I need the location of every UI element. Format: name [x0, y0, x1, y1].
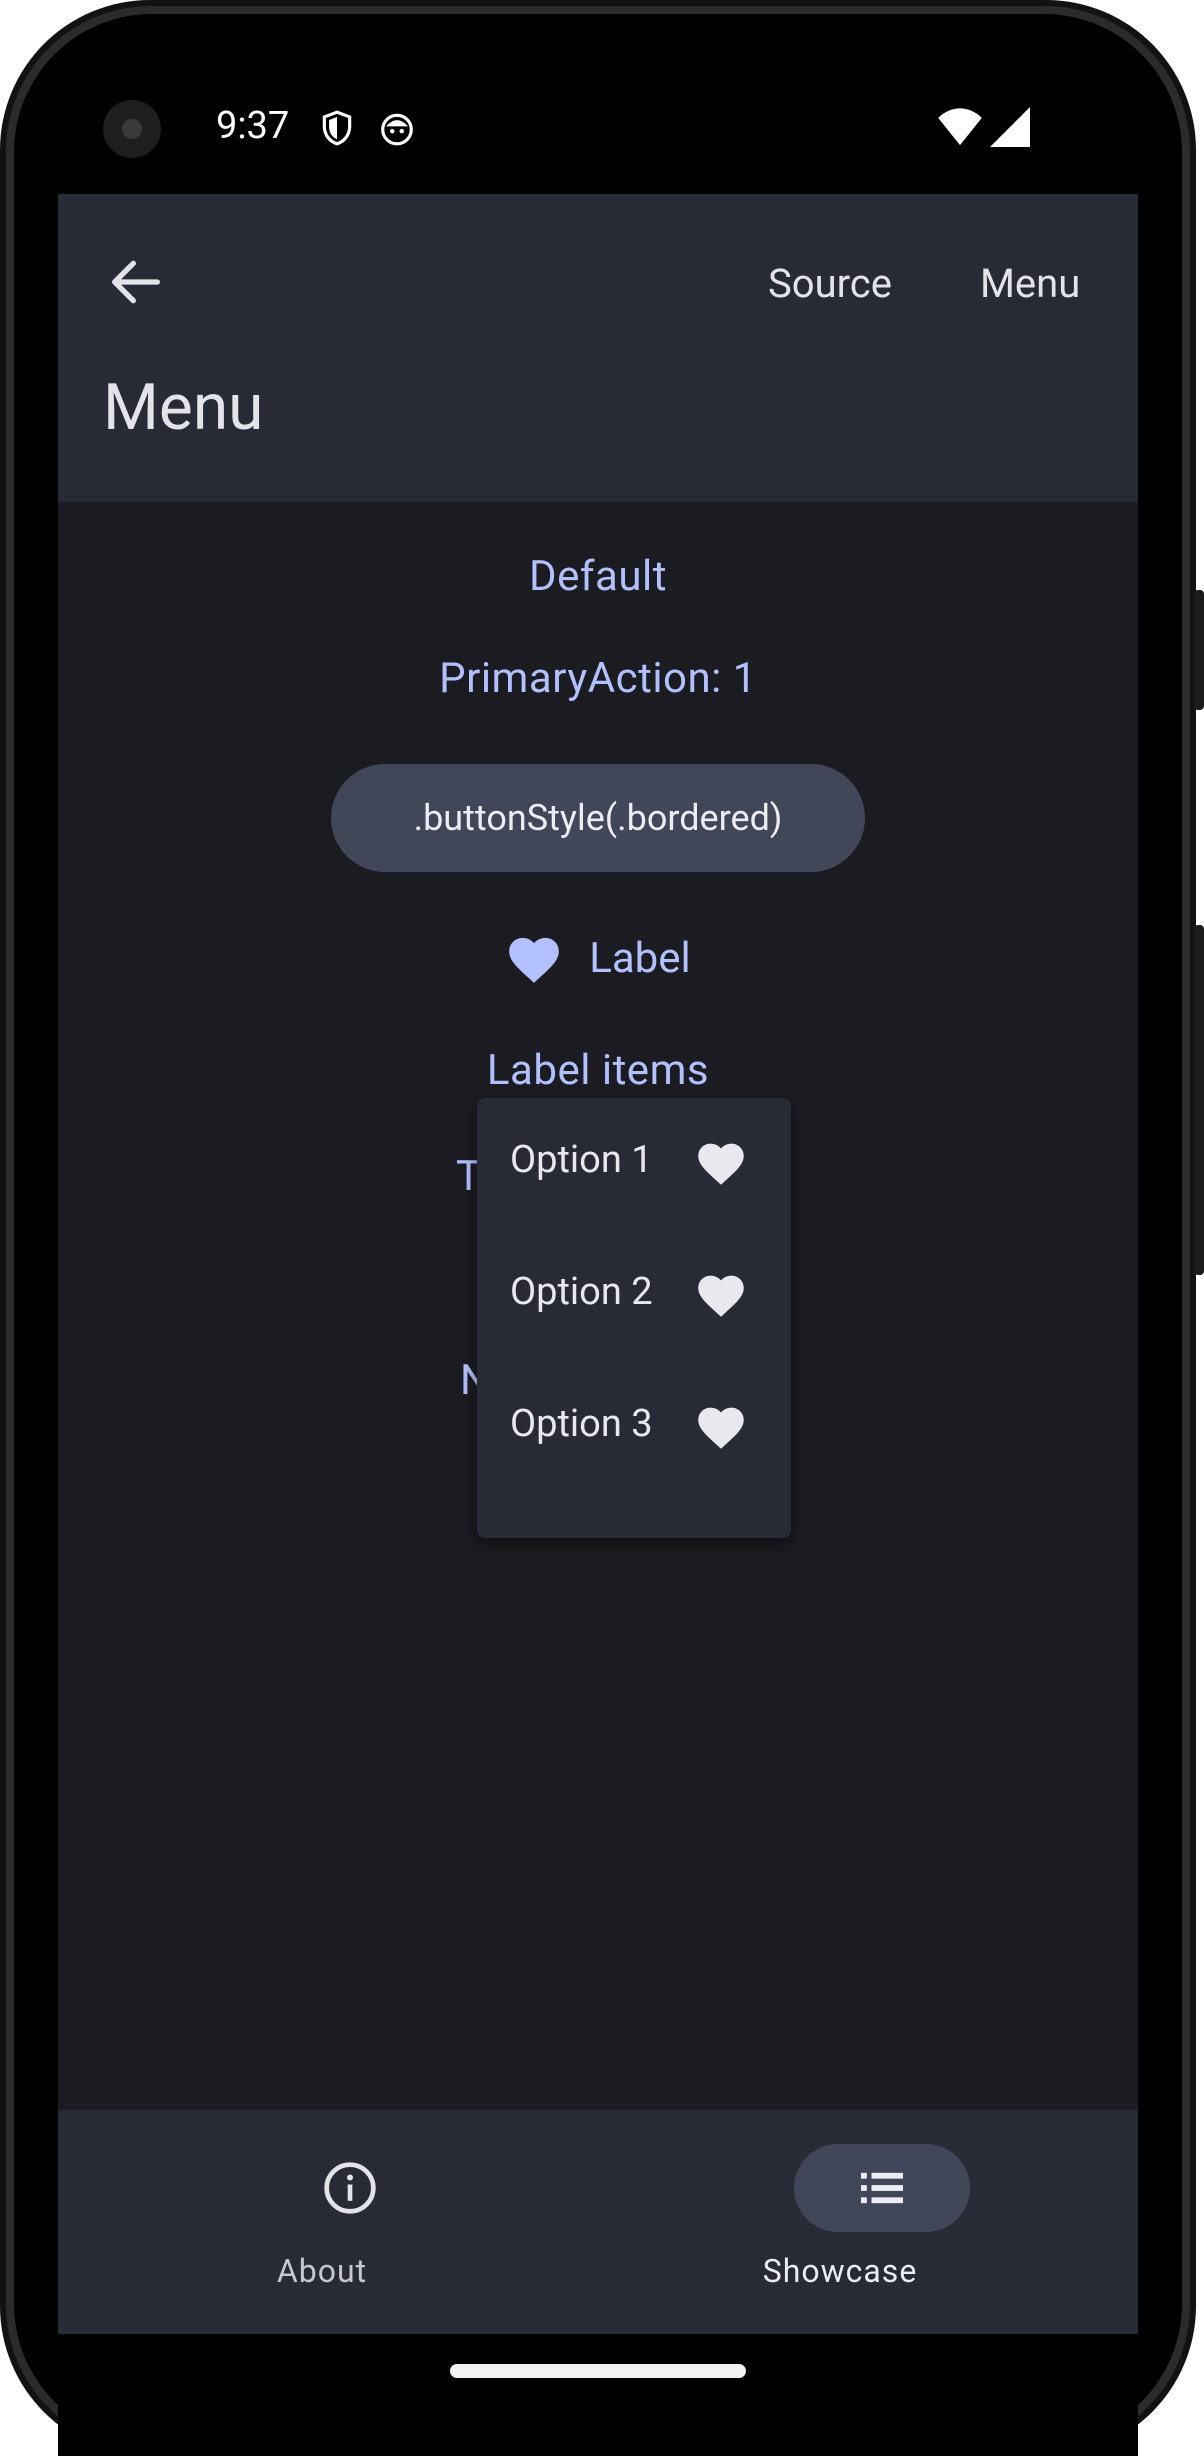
bordered-menu-button[interactable]: .buttonStyle(.bordered)	[331, 764, 865, 872]
heart-icon	[698, 1275, 744, 1317]
screen: 9:37 Source Menu Menu Default PrimaryAct…	[58, 0, 1138, 2456]
menu-option-2[interactable]: Option 2	[477, 1230, 791, 1362]
menu-option-label: Option 2	[510, 1270, 653, 1314]
gesture-navigation-area	[58, 2334, 1138, 2456]
main-content: Default PrimaryAction: 1 .buttonStyle(.b…	[58, 502, 1138, 2110]
nav-label-showcase: Showcase	[762, 2252, 918, 2290]
page-title: Menu	[103, 370, 264, 445]
wifi-icon	[938, 108, 982, 146]
status-bar: 9:37	[58, 0, 1138, 194]
dropdown-menu: Option 1 Option 2 Option 3	[477, 1098, 791, 1538]
volume-button	[1194, 925, 1204, 1275]
primary-action-menu-button[interactable]: PrimaryAction: 1	[58, 654, 1138, 703]
heart-icon	[509, 937, 560, 983]
source-action-button[interactable]: Source	[768, 260, 892, 307]
menu-option-label: Option 3	[510, 1402, 653, 1446]
status-time: 9:37	[216, 104, 290, 148]
shield-icon	[322, 110, 352, 146]
heart-icon	[698, 1143, 744, 1185]
signal-icon	[990, 107, 1030, 147]
label-items-menu-button[interactable]: Label items	[58, 1046, 1138, 1095]
nav-item-showcase[interactable]: Showcase	[598, 2110, 1138, 2334]
heart-icon	[698, 1407, 744, 1449]
menu-option-3[interactable]: Option 3	[477, 1362, 791, 1494]
menu-option-1[interactable]: Option 1	[477, 1098, 791, 1230]
menu-option-label: Option 1	[510, 1138, 653, 1182]
android-face-icon	[381, 113, 413, 146]
nav-item-about[interactable]: About	[58, 2110, 598, 2334]
power-button	[1194, 590, 1204, 710]
top-app-bar: Source Menu Menu	[58, 194, 1138, 502]
home-gesture-handle[interactable]	[450, 2364, 746, 2378]
nav-label-about: About	[276, 2252, 368, 2290]
default-menu-button[interactable]: Default	[58, 552, 1138, 601]
camera-hole	[103, 100, 161, 158]
bottom-navigation: About Showcase	[58, 2110, 1138, 2334]
label-menu-button[interactable]: Label	[58, 932, 1138, 984]
menu-action-button[interactable]: Menu	[980, 260, 1080, 307]
phone-device: 9:37 Source Menu Menu Default PrimaryAct…	[0, 0, 1204, 2456]
arrow-back-icon[interactable]	[104, 250, 168, 314]
info-icon	[324, 2162, 376, 2214]
label-menu-text: Label	[589, 933, 691, 983]
list-icon	[861, 2172, 903, 2204]
